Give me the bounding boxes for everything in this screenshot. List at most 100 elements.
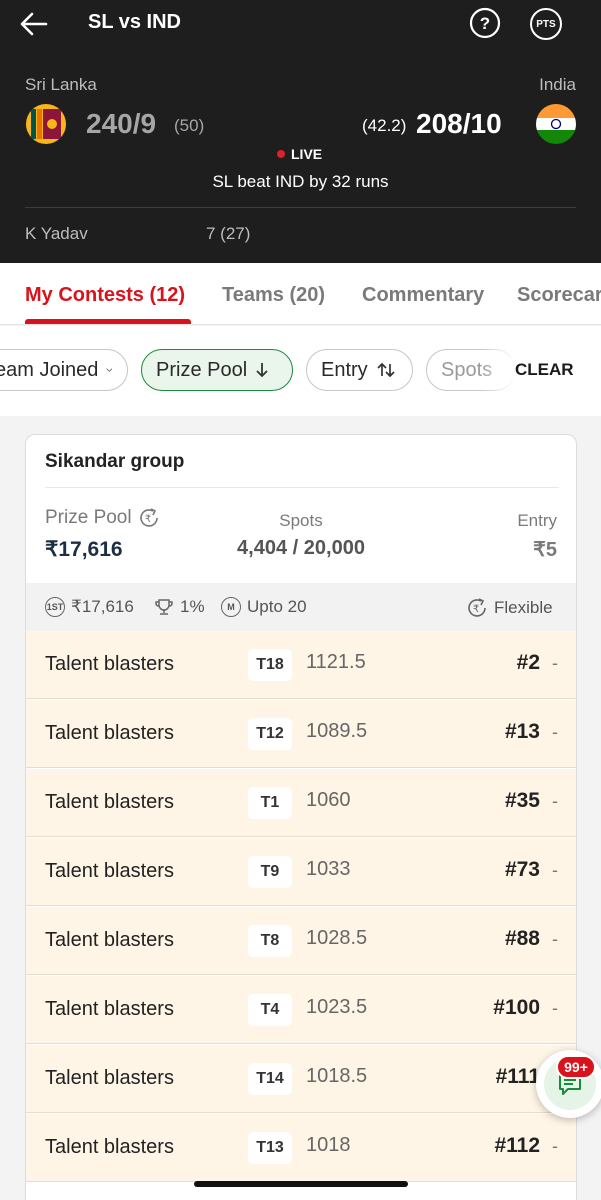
back-arrow-icon[interactable] <box>18 8 50 40</box>
tab-commentary[interactable]: Commentary <box>362 284 484 307</box>
filter-prize-pool[interactable]: Prize Pool <box>141 349 293 391</box>
filter-entry[interactable]: Entry <box>306 349 413 391</box>
spots-value: 4,404 / 20,000 <box>237 537 365 559</box>
team-row-rank-change: - <box>552 929 558 949</box>
team-row-points: 1060 <box>306 789 351 811</box>
team-right-overs: (42.2) <box>362 116 407 135</box>
match-header: SL vs IND ? PTS Sri Lanka India 240/9 (5… <box>0 0 601 263</box>
page-title: SL vs IND <box>88 11 181 33</box>
team-row[interactable]: Talent blasters T13 1018 #112- <box>26 1114 576 1182</box>
team-row-rank-change: - <box>552 998 558 1018</box>
team-row-rank: #73 <box>504 858 540 881</box>
live-label: LIVE <box>291 146 323 162</box>
max-teams-value: Upto 20 <box>247 597 307 616</box>
team-row[interactable]: Talent blasters T9 1033 #73- <box>26 838 576 906</box>
contest-type-info: ₹ Flexible <box>466 597 553 619</box>
team-row-name: Talent blasters <box>45 998 174 1020</box>
live-dot-icon <box>277 150 285 158</box>
team-row-tag: T18 <box>248 649 292 681</box>
multi-entry-icon: M <box>221 597 241 617</box>
team-row-points: 1028.5 <box>306 927 368 949</box>
team-row-rank: #112 <box>494 1134 540 1157</box>
spots-label: Spots <box>279 511 323 530</box>
contest-name: Sikandar group <box>45 451 185 472</box>
team-row-tag: T14 <box>248 1063 292 1095</box>
trophy-icon <box>155 599 173 615</box>
match-result: SL beat IND by 32 runs <box>212 172 389 191</box>
team-row[interactable]: Talent blastersT141018.5#111- <box>26 1045 576 1113</box>
team-row-rank: #13 <box>504 720 540 743</box>
team-row-name: Talent blasters <box>45 929 174 951</box>
max-teams-info: M Upto 20 <box>221 597 307 617</box>
entry-label: Entry <box>517 511 557 530</box>
team-row-name: Talent blasters <box>45 860 174 882</box>
sort-icon <box>377 362 395 378</box>
svg-text:₹: ₹ <box>144 514 150 525</box>
prize-breakup-icon: ₹ <box>139 508 158 527</box>
team-row-rank-change: - <box>552 722 558 742</box>
sri-lanka-flag-icon <box>26 104 66 144</box>
prize-pool-label-group[interactable]: Prize Pool ₹ <box>45 507 160 529</box>
team-row-rank: #35 <box>504 789 540 812</box>
team-row-rank: #88 <box>504 927 540 950</box>
team-row-name: Talent blasters <box>45 653 174 675</box>
svg-text:₹: ₹ <box>473 604 479 615</box>
team-left-name: Sri Lanka <box>25 75 97 94</box>
filter-prize-pool-label: Prize Pool <box>156 358 248 381</box>
help-icon[interactable]: ? <box>469 7 501 39</box>
live-indicator: LIVE <box>277 146 322 162</box>
team-row-name: Talent blasters <box>45 1067 174 1089</box>
contest-info-strip: 1ST ₹17,616 1% M Upto 20 ₹ Flexible <box>26 583 576 631</box>
winners-pct: 1% <box>180 597 205 616</box>
team-row[interactable]: Talent blasters T12 1089.5 #13- <box>26 700 576 768</box>
team-left-overs: (50) <box>174 116 205 135</box>
team-row-points: 1121.5 <box>306 651 366 673</box>
divider <box>25 207 576 208</box>
divider <box>45 487 559 488</box>
team-right-score: 208/10 <box>416 108 502 139</box>
chat-unread-badge: 99+ <box>556 1055 596 1079</box>
team-row-tag: T8 <box>248 925 292 957</box>
team-row-rank-change: - <box>552 860 558 880</box>
team-row-rank: #100 <box>493 996 540 1019</box>
team-row-name: Talent blasters <box>45 791 174 813</box>
team-row-rank-change: - <box>552 1136 558 1156</box>
team-right-name: India <box>539 75 576 94</box>
flexible-icon: ₹ <box>468 598 486 617</box>
tab-teams[interactable]: Teams (20) <box>222 284 325 307</box>
first-prize-info: 1ST ₹17,616 <box>45 597 134 617</box>
team-row-name: Talent blasters <box>45 1136 174 1158</box>
team-row-tag: T4 <box>248 994 292 1026</box>
tab-bar: My Contests (12) Teams (20) Commentary S… <box>0 263 601 325</box>
team-row-rank-change: - <box>552 791 558 811</box>
filter-team-joined-label: Team Joined <box>0 358 99 381</box>
team-row-name: Talent blasters <box>45 722 174 744</box>
team-left-score: 240/9 <box>86 108 157 139</box>
filter-team-joined[interactable]: Team Joined <box>0 349 128 391</box>
team-row[interactable]: Talent blasters T1 1060 #35- <box>26 769 576 837</box>
team-row[interactable]: Talent blasters T8 1028.5 #88- <box>26 907 576 975</box>
team-row-points: 1089.5 <box>306 720 368 742</box>
prize-pool-value: ₹17,616 <box>45 538 123 561</box>
team-row-points: 1033 <box>306 858 351 880</box>
team-row[interactable]: Talent blasters T4 1023.5 #100- <box>26 976 576 1044</box>
points-button[interactable]: PTS <box>530 8 562 40</box>
chevron-down-icon <box>106 368 113 372</box>
india-flag-icon <box>536 104 576 144</box>
entry-value: ₹5 <box>533 539 557 561</box>
team-row-rank-change: - <box>552 653 558 673</box>
team-row-points: 1018 <box>306 1134 351 1156</box>
team-row[interactable]: Talent blasters T18 1121.5 #2- <box>26 631 576 699</box>
clear-filters-button[interactable]: CLEAR <box>515 360 574 380</box>
team-row-points: 1023.5 <box>306 996 368 1018</box>
team-row-rank: #2 <box>516 651 540 674</box>
winners-info: 1% <box>154 597 205 617</box>
tab-my-contests[interactable]: My Contests (12) <box>25 284 185 307</box>
svg-text:?: ? <box>480 14 490 33</box>
filter-entry-label: Entry <box>321 358 368 381</box>
team-row-tag: T12 <box>248 718 292 750</box>
tab-scorecard[interactable]: Scorecard <box>517 284 601 307</box>
first-prize-icon: 1ST <box>45 597 65 617</box>
contest-card[interactable]: Sikandar group Prize Pool ₹ ₹17,616 Spot… <box>25 434 577 1200</box>
active-tab-indicator <box>25 319 191 324</box>
